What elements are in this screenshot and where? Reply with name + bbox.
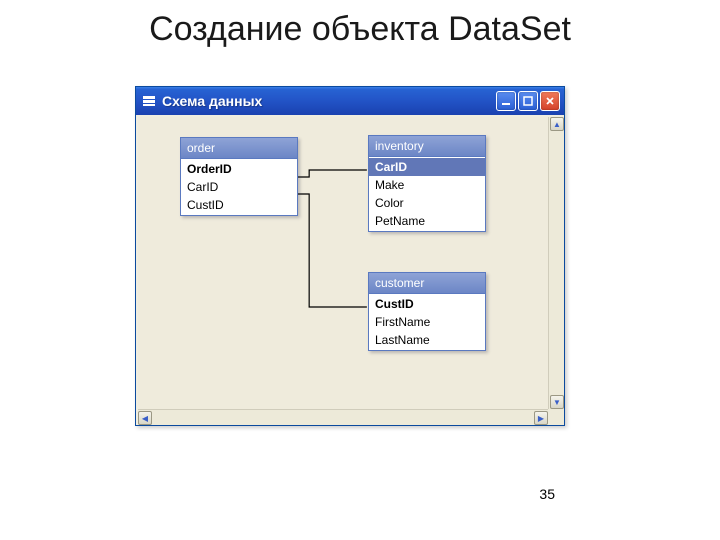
field-inventory-carid[interactable]: CarID (369, 158, 485, 176)
close-button[interactable] (540, 91, 560, 111)
table-inventory-header[interactable]: inventory (369, 136, 485, 157)
field-inventory-make[interactable]: Make (369, 176, 485, 194)
field-order-orderid[interactable]: OrderID (181, 160, 297, 178)
field-inventory-petname[interactable]: PetName (369, 212, 485, 230)
titlebar[interactable]: Схема данных (136, 87, 564, 115)
field-inventory-color[interactable]: Color (369, 194, 485, 212)
scroll-corner (548, 409, 564, 425)
scroll-down-button[interactable]: ▼ (550, 395, 564, 409)
schema-canvas[interactable]: order OrderID CarID CustID inventory Car… (138, 117, 548, 409)
scroll-right-button[interactable]: ▶ (534, 411, 548, 425)
table-order[interactable]: order OrderID CarID CustID (180, 137, 298, 216)
app-icon (142, 94, 156, 108)
table-customer-header[interactable]: customer (369, 273, 485, 294)
slide-title: Создание объекта DataSet (0, 0, 720, 49)
schema-window: Схема данных order OrderID (135, 86, 565, 426)
field-order-custid[interactable]: CustID (181, 196, 297, 214)
field-customer-firstname[interactable]: FirstName (369, 313, 485, 331)
field-customer-lastname[interactable]: LastName (369, 331, 485, 349)
vertical-scrollbar[interactable]: ▲ ▼ (548, 117, 564, 409)
field-order-carid[interactable]: CarID (181, 178, 297, 196)
maximize-button[interactable] (518, 91, 538, 111)
client-area: order OrderID CarID CustID inventory Car… (136, 115, 564, 425)
scroll-up-button[interactable]: ▲ (550, 117, 564, 131)
scroll-left-button[interactable]: ◀ (138, 411, 152, 425)
table-order-header[interactable]: order (181, 138, 297, 159)
table-customer[interactable]: customer CustID FirstName LastName (368, 272, 486, 351)
page-number: 35 (539, 486, 555, 502)
window-title: Схема данных (162, 93, 496, 109)
horizontal-scrollbar[interactable]: ◀ ▶ (138, 409, 548, 425)
table-inventory[interactable]: inventory CarID Make Color PetName (368, 135, 486, 232)
minimize-button[interactable] (496, 91, 516, 111)
field-customer-custid[interactable]: CustID (369, 295, 485, 313)
